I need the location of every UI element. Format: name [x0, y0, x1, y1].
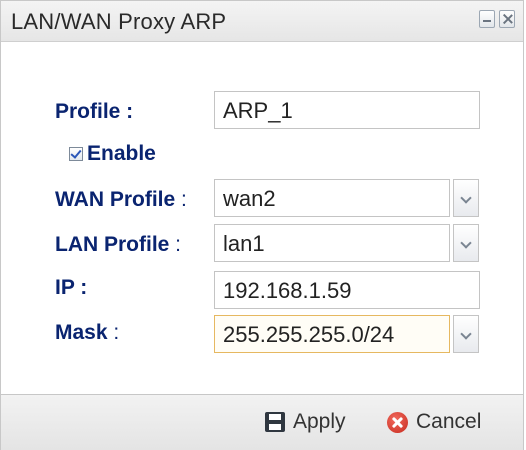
enable-checkbox[interactable] — [69, 147, 83, 161]
dialog-title: LAN/WAN Proxy ARP — [11, 9, 227, 34]
title-bar[interactable]: LAN/WAN Proxy ARP — [1, 1, 523, 42]
wan-profile-select[interactable]: wan2 — [214, 179, 450, 217]
lan-profile-select[interactable]: lan1 — [214, 224, 450, 262]
wan-profile-label: WAN Profile : — [55, 188, 187, 212]
close-icon[interactable] — [499, 10, 515, 28]
wan-profile-dropdown-button[interactable] — [453, 179, 479, 217]
apply-button-label: Apply — [293, 410, 346, 433]
mask-dropdown-button[interactable] — [453, 315, 479, 353]
cancel-button-label: Cancel — [416, 410, 482, 433]
wan-profile-label-text: WAN Profile — [55, 188, 176, 211]
ip-input[interactable]: 192.168.1.59 — [214, 271, 480, 309]
lan-profile-label-suffix: : — [169, 233, 182, 256]
enable-label: Enable — [87, 142, 156, 165]
mask-select[interactable]: 255.255.255.0/24 — [214, 315, 450, 353]
profile-label: Profile : — [55, 100, 134, 123]
lan-profile-label-text: LAN Profile — [55, 233, 170, 256]
apply-button[interactable]: Apply — [265, 407, 346, 437]
mask-label: Mask : — [55, 321, 119, 345]
ip-label: IP : — [55, 276, 88, 299]
cancel-button[interactable]: Cancel — [387, 407, 481, 437]
lan-profile-label: LAN Profile : — [55, 233, 181, 257]
profile-input[interactable]: ARP_1 — [214, 91, 480, 129]
save-icon — [265, 412, 285, 432]
cancel-icon — [387, 411, 408, 433]
dialog-footer: Apply Cancel — [1, 394, 523, 450]
wan-profile-label-suffix: : — [175, 188, 187, 211]
mask-label-text: Mask — [55, 321, 108, 344]
proxy-arp-dialog: LAN/WAN Proxy ARP Profile : ARP_1 Enable… — [0, 0, 524, 450]
minimize-icon[interactable] — [479, 10, 495, 28]
mask-label-suffix: : — [107, 321, 120, 344]
lan-profile-dropdown-button[interactable] — [453, 224, 479, 262]
